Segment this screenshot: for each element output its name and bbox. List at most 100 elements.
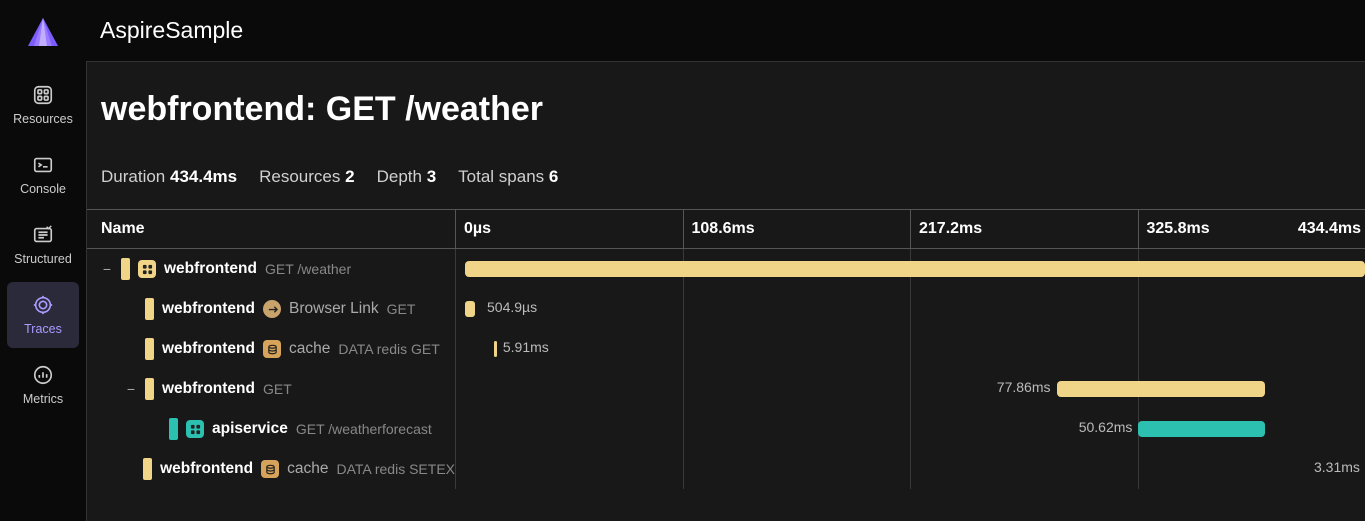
tick-label: 434.4ms [1298, 210, 1361, 248]
structured-icon [30, 222, 56, 248]
span-name-cell: webfrontend cache DATA redis SETEX [87, 449, 455, 489]
timeline-header: Name 0µs 108.6ms 217.2ms 325.8ms 434.4ms [87, 209, 1365, 249]
trace-summary: Duration 434.4ms Resources 2 Depth 3 Tot… [87, 167, 1365, 187]
app-title: AspireSample [100, 17, 243, 44]
span-row[interactable]: − webfrontend GET 77.86ms [87, 369, 1365, 409]
span-duration-label: 5.91ms [503, 339, 549, 355]
collapse-toggle[interactable]: − [125, 381, 137, 397]
nav-item-traces[interactable]: Traces [7, 282, 79, 348]
sidebar: Resources Console Structured Traces Metr… [0, 0, 86, 521]
span-row[interactable]: −webfrontendGET /weather [87, 249, 1365, 289]
gridline [1138, 289, 1139, 329]
span-duration-label: 50.62ms [1079, 419, 1133, 435]
span-color-indicator [143, 458, 152, 480]
span-operation: GET /weatherforecast [296, 421, 432, 437]
span-row[interactable]: apiservice GET /weatherforecast 50.62ms [87, 409, 1365, 449]
service-name: webfrontend [160, 460, 253, 478]
gridline [455, 289, 456, 329]
span-color-indicator [145, 298, 154, 320]
page-title: webfrontend: GET /weather [87, 90, 1365, 129]
link-icon [263, 300, 281, 318]
gridline [683, 329, 684, 369]
main-area: AspireSample webfrontend: GET /weather D… [86, 0, 1365, 521]
span-bar[interactable] [465, 301, 475, 317]
tick-label: 108.6ms [683, 210, 755, 248]
gridline [683, 289, 684, 329]
span-bar[interactable] [465, 261, 1365, 277]
traces-icon [30, 292, 56, 318]
span-color-indicator [121, 258, 130, 280]
span-operation: GET [387, 301, 416, 317]
gridline [455, 329, 456, 369]
database-icon [261, 460, 279, 478]
span-bar[interactable] [494, 341, 497, 357]
nav-item-resources[interactable]: Resources [7, 72, 79, 138]
service-name: webfrontend [162, 340, 255, 358]
span-target: cache [287, 460, 328, 478]
span-row[interactable]: webfrontend cache DATA redis GET 5.91ms [87, 329, 1365, 369]
app-title-bar: AspireSample [86, 0, 1365, 62]
nav-label: Resources [13, 112, 73, 126]
service-name: apiservice [212, 420, 288, 438]
span-row[interactable]: webfrontend cache DATA redis SETEX 3.31ms [87, 449, 1365, 489]
span-name-cell: apiservice GET /weatherforecast [87, 409, 455, 449]
nav-label: Traces [24, 322, 62, 336]
column-header-name[interactable]: Name [87, 210, 455, 248]
span-timeline-cell: 3.31ms [455, 449, 1365, 489]
span-name-cell: webfrontend cache DATA redis GET [87, 329, 455, 369]
nav-item-metrics[interactable]: Metrics [7, 352, 79, 418]
gridline [683, 369, 684, 409]
gridline [910, 449, 911, 489]
gridline [455, 369, 456, 409]
resource-icon [138, 260, 156, 278]
service-name: webfrontend [164, 260, 257, 278]
span-bar[interactable] [1138, 421, 1265, 437]
gridline [1138, 329, 1139, 369]
span-row[interactable]: webfrontendBrowser LinkGET 504.9µs [87, 289, 1365, 329]
span-name-cell: webfrontendBrowser LinkGET [87, 289, 455, 329]
span-timeline-cell: 50.62ms [455, 409, 1365, 449]
span-operation: DATA redis SETEX [336, 461, 455, 477]
gridline [455, 249, 456, 289]
gridline [683, 449, 684, 489]
tick-label: 0µs [455, 210, 491, 248]
summary-resources: Resources 2 [259, 167, 354, 187]
span-color-indicator [145, 378, 154, 400]
content: webfrontend: GET /weather Duration 434.4… [86, 62, 1365, 521]
tick-label: 217.2ms [910, 210, 982, 248]
tick-label: 325.8ms [1138, 210, 1210, 248]
summary-depth: Depth 3 [377, 167, 437, 187]
span-operation: GET [263, 381, 292, 397]
span-name-cell: − webfrontend GET [87, 369, 455, 409]
collapse-toggle[interactable]: − [101, 261, 113, 277]
service-name: webfrontend [162, 380, 255, 398]
resources-icon [30, 82, 56, 108]
span-name-cell: −webfrontendGET /weather [87, 249, 455, 289]
gridline [910, 289, 911, 329]
nav-label: Structured [14, 252, 72, 266]
nav-label: Console [20, 182, 66, 196]
span-duration-label: 77.86ms [997, 379, 1051, 395]
gridline [683, 409, 684, 449]
span-color-indicator [169, 418, 178, 440]
database-icon [263, 340, 281, 358]
gridline [455, 449, 456, 489]
summary-duration: Duration 434.4ms [101, 167, 237, 187]
span-timeline-cell [455, 249, 1365, 289]
span-target: cache [289, 340, 330, 358]
span-bar[interactable] [1057, 381, 1265, 397]
span-duration-label: 3.31ms [1314, 459, 1360, 475]
summary-spans: Total spans 6 [458, 167, 558, 187]
nav-item-console[interactable]: Console [7, 142, 79, 208]
span-operation: DATA redis GET [338, 341, 439, 357]
span-rows: −webfrontendGET /weatherwebfrontendBrows… [87, 249, 1365, 489]
timeline-axis: 0µs 108.6ms 217.2ms 325.8ms 434.4ms [455, 210, 1365, 248]
gridline [910, 329, 911, 369]
span-color-indicator [145, 338, 154, 360]
nav-item-structured[interactable]: Structured [7, 212, 79, 278]
span-timeline-cell: 504.9µs [455, 289, 1365, 329]
span-duration-label: 504.9µs [487, 299, 537, 315]
resource-icon [186, 420, 204, 438]
metrics-icon [30, 362, 56, 388]
span-timeline-cell: 5.91ms [455, 329, 1365, 369]
